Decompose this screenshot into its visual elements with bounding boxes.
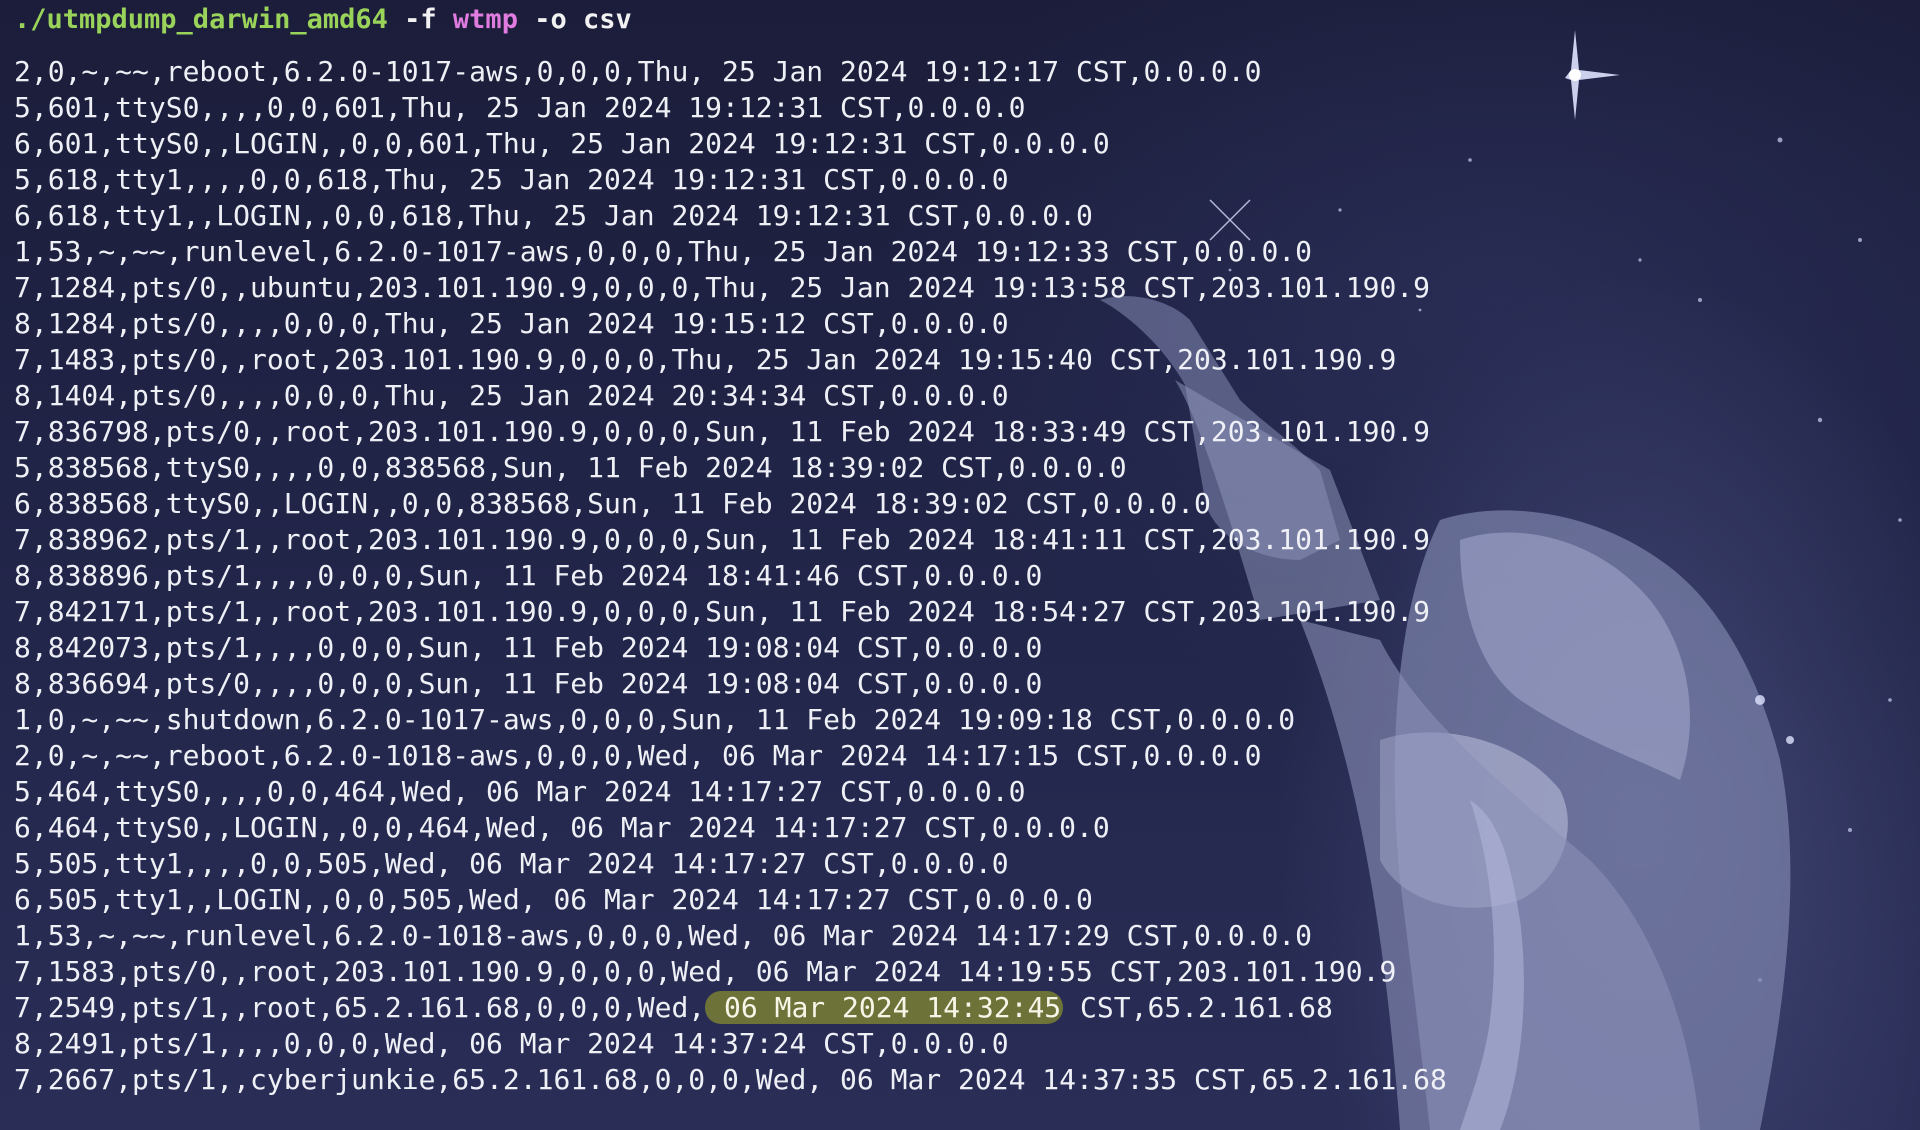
output-line: 2,0,~,~~,reboot,6.2.0-1018-aws,0,0,0,Wed… xyxy=(14,738,1447,774)
output-line: 8,842073,pts/1,,,,0,0,0,Sun, 11 Feb 2024… xyxy=(14,630,1447,666)
output-line: 5,464,ttyS0,,,,0,0,464,Wed, 06 Mar 2024 … xyxy=(14,774,1447,810)
command-executable: ./utmpdump_darwin_amd64 xyxy=(14,4,388,35)
output-line: 7,2549,pts/1,,root,65.2.161.68,0,0,0,Wed… xyxy=(14,990,1447,1026)
output-line: 7,2667,pts/1,,cyberjunkie,65.2.161.68,0,… xyxy=(14,1062,1447,1098)
output-line-text: 2,0,~,~~,reboot,6.2.0-1018-aws,0,0,0,Wed… xyxy=(14,739,1262,772)
output-line-text: 1,0,~,~~,shutdown,6.2.0-1017-aws,0,0,0,S… xyxy=(14,703,1296,736)
output-line: 7,1284,pts/0,,ubuntu,203.101.190.9,0,0,0… xyxy=(14,270,1447,306)
command-file-arg: wtmp xyxy=(452,4,518,35)
output-line-text: 7,1284,pts/0,,ubuntu,203.101.190.9,0,0,0… xyxy=(14,271,1431,304)
output-line-text: 7,842171,pts/1,,root,203.101.190.9,0,0,0… xyxy=(14,595,1431,628)
output-line: 6,601,ttyS0,,LOGIN,,0,0,601,Thu, 25 Jan … xyxy=(14,126,1447,162)
output-line: 6,838568,ttyS0,,LOGIN,,0,0,838568,Sun, 1… xyxy=(14,486,1447,522)
terminal-window[interactable]: ./utmpdump_darwin_amd64 -f wtmp -o csv 2… xyxy=(0,0,1920,1130)
output-line-text: 7,1483,pts/0,,root,203.101.190.9,0,0,0,T… xyxy=(14,343,1397,376)
output-line-text: 7,2667,pts/1,,cyberjunkie,65.2.161.68,0,… xyxy=(14,1063,1447,1096)
output-line: 8,1404,pts/0,,,,0,0,0,Thu, 25 Jan 2024 2… xyxy=(14,378,1447,414)
output-line: 8,838896,pts/1,,,,0,0,0,Sun, 11 Feb 2024… xyxy=(14,558,1447,594)
output-line: 8,2491,pts/1,,,,0,0,0,Wed, 06 Mar 2024 1… xyxy=(14,1026,1447,1062)
output-line: 5,618,tty1,,,,0,0,618,Thu, 25 Jan 2024 1… xyxy=(14,162,1447,198)
output-line: 6,464,ttyS0,,LOGIN,,0,0,464,Wed, 06 Mar … xyxy=(14,810,1447,846)
output-line: 1,0,~,~~,shutdown,6.2.0-1017-aws,0,0,0,S… xyxy=(14,702,1447,738)
output-line: 1,53,~,~~,runlevel,6.2.0-1018-aws,0,0,0,… xyxy=(14,918,1447,954)
command-flag-o: -o csv xyxy=(534,4,632,35)
output-line-text: 7,2549,pts/1,,root,65.2.161.68,0,0,0,Wed… xyxy=(14,991,706,1024)
output-line-text: 8,1404,pts/0,,,,0,0,0,Thu, 25 Jan 2024 2… xyxy=(14,379,1009,412)
output-line: 8,1284,pts/0,,,,0,0,0,Thu, 25 Jan 2024 1… xyxy=(14,306,1447,342)
output-line: 7,836798,pts/0,,root,203.101.190.9,0,0,0… xyxy=(14,414,1447,450)
output-line: 5,505,tty1,,,,0,0,505,Wed, 06 Mar 2024 1… xyxy=(14,846,1447,882)
output-line-text: 5,601,ttyS0,,,,0,0,601,Thu, 25 Jan 2024 … xyxy=(14,91,1026,124)
output-line-text: 7,838962,pts/1,,root,203.101.190.9,0,0,0… xyxy=(14,523,1431,556)
output-line-text: 6,464,ttyS0,,LOGIN,,0,0,464,Wed, 06 Mar … xyxy=(14,811,1110,844)
output-line-text: 7,836798,pts/0,,root,203.101.190.9,0,0,0… xyxy=(14,415,1431,448)
output-line: 7,1583,pts/0,,root,203.101.190.9,0,0,0,W… xyxy=(14,954,1447,990)
output-line: 7,1483,pts/0,,root,203.101.190.9,0,0,0,T… xyxy=(14,342,1447,378)
output-line-text: 6,505,tty1,,LOGIN,,0,0,505,Wed, 06 Mar 2… xyxy=(14,883,1093,916)
output-line-tail: CST,65.2.161.68 xyxy=(1063,991,1333,1024)
output-line-text: 6,618,tty1,,LOGIN,,0,0,618,Thu, 25 Jan 2… xyxy=(14,199,1093,232)
output-line-text: 8,2491,pts/1,,,,0,0,0,Wed, 06 Mar 2024 1… xyxy=(14,1027,1009,1060)
output-line-text: 5,505,tty1,,,,0,0,505,Wed, 06 Mar 2024 1… xyxy=(14,847,1009,880)
command-line: ./utmpdump_darwin_amd64 -f wtmp -o csv xyxy=(14,2,632,38)
output-line-text: 8,838896,pts/1,,,,0,0,0,Sun, 11 Feb 2024… xyxy=(14,559,1043,592)
output-line-text: 8,836694,pts/0,,,,0,0,0,Sun, 11 Feb 2024… xyxy=(14,667,1043,700)
output-line: 5,601,ttyS0,,,,0,0,601,Thu, 25 Jan 2024 … xyxy=(14,90,1447,126)
output-line-text: 6,838568,ttyS0,,LOGIN,,0,0,838568,Sun, 1… xyxy=(14,487,1211,520)
output-line: 6,618,tty1,,LOGIN,,0,0,618,Thu, 25 Jan 2… xyxy=(14,198,1447,234)
output-line-text: 5,838568,ttyS0,,,,0,0,838568,Sun, 11 Feb… xyxy=(14,451,1127,484)
output-line-text: 5,618,tty1,,,,0,0,618,Thu, 25 Jan 2024 1… xyxy=(14,163,1009,196)
output-line-text: 1,53,~,~~,runlevel,6.2.0-1018-aws,0,0,0,… xyxy=(14,919,1313,952)
output-line-text: 1,53,~,~~,runlevel,6.2.0-1017-aws,0,0,0,… xyxy=(14,235,1313,268)
output-line: 1,53,~,~~,runlevel,6.2.0-1017-aws,0,0,0,… xyxy=(14,234,1447,270)
output-line: 7,842171,pts/1,,root,203.101.190.9,0,0,0… xyxy=(14,594,1447,630)
output-line: 8,836694,pts/0,,,,0,0,0,Sun, 11 Feb 2024… xyxy=(14,666,1447,702)
output-line: 2,0,~,~~,reboot,6.2.0-1017-aws,0,0,0,Thu… xyxy=(14,54,1447,90)
output-line-text: 8,842073,pts/1,,,,0,0,0,Sun, 11 Feb 2024… xyxy=(14,631,1043,664)
output-line-text: 7,1583,pts/0,,root,203.101.190.9,0,0,0,W… xyxy=(14,955,1397,988)
output-line: 6,505,tty1,,LOGIN,,0,0,505,Wed, 06 Mar 2… xyxy=(14,882,1447,918)
command-output: 2,0,~,~~,reboot,6.2.0-1017-aws,0,0,0,Thu… xyxy=(14,54,1447,1098)
output-line-text: 8,1284,pts/0,,,,0,0,0,Thu, 25 Jan 2024 1… xyxy=(14,307,1009,340)
output-line: 7,838962,pts/1,,root,203.101.190.9,0,0,0… xyxy=(14,522,1447,558)
output-line-text: 5,464,ttyS0,,,,0,0,464,Wed, 06 Mar 2024 … xyxy=(14,775,1026,808)
output-line-text: 6,601,ttyS0,,LOGIN,,0,0,601,Thu, 25 Jan … xyxy=(14,127,1110,160)
output-line: 5,838568,ttyS0,,,,0,0,838568,Sun, 11 Feb… xyxy=(14,450,1447,486)
highlighted-timestamp: 06 Mar 2024 14:32:45 xyxy=(705,991,1064,1024)
command-flag-f: -f xyxy=(404,4,437,35)
output-line-text: 2,0,~,~~,reboot,6.2.0-1017-aws,0,0,0,Thu… xyxy=(14,55,1262,88)
star-sparkle-icon xyxy=(1565,30,1620,120)
